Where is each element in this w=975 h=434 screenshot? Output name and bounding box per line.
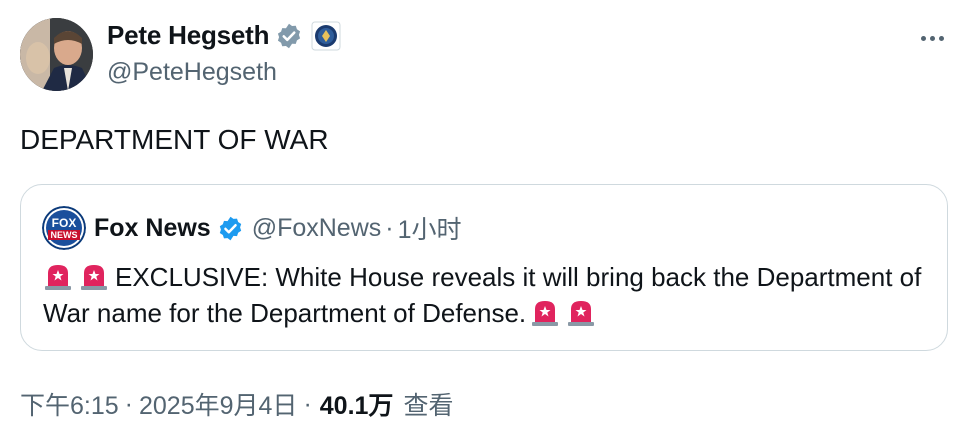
more-dot-icon [929, 35, 935, 41]
separator-dot: · [385, 213, 394, 242]
more-dot-icon [938, 35, 944, 41]
quoted-tweet-text: EXCLUSIVE: White House reveals it will b… [43, 259, 923, 331]
quoted-timestamp[interactable]: 1小时 [398, 210, 462, 246]
siren-emoji-icon [79, 261, 109, 291]
verified-badge-icon[interactable] [275, 22, 303, 50]
fox-logo-text-bottom: NEWS [51, 230, 78, 240]
tweet-date[interactable]: 2025年9月4日 [139, 386, 297, 422]
fox-logo-text-top: FOX [52, 216, 77, 230]
author-avatar[interactable] [20, 18, 93, 91]
quoted-author-avatar[interactable]: FOX NEWS [42, 206, 86, 250]
quoted-text-main: EXCLUSIVE: White House reveals it will b… [43, 262, 922, 328]
verified-badge-icon[interactable] [217, 215, 244, 242]
author-name-row: Pete Hegseth [107, 20, 341, 51]
tweet-text: DEPARTMENT OF WAR [20, 124, 329, 155]
more-options-button[interactable] [912, 26, 952, 50]
author-handle[interactable]: @PeteHegseth [107, 58, 277, 87]
siren-emoji-icon [566, 297, 596, 327]
siren-emoji-icon [530, 297, 560, 327]
separator-dot: · [303, 389, 312, 418]
tweet-time[interactable]: 下午6:15 [20, 386, 119, 422]
views-count[interactable]: 40.1万 [320, 386, 394, 422]
separator-dot: · [124, 389, 133, 418]
quoted-tweet-card[interactable]: FOX NEWS Fox News @FoxNews · 1小时 EXCLUSI… [20, 184, 948, 351]
siren-emoji-icon [43, 261, 73, 291]
avatar-photo [20, 18, 93, 91]
quoted-handle[interactable]: @FoxNews [252, 214, 382, 243]
views-label[interactable]: 查看 [403, 386, 453, 422]
fox-news-logo-icon: FOX NEWS [42, 206, 86, 250]
more-dot-icon [920, 35, 926, 41]
quoted-display-name[interactable]: Fox News [94, 214, 211, 243]
quoted-tweet-header: FOX NEWS Fox News @FoxNews · 1小时 [42, 206, 462, 250]
tweet-meta-row: 下午6:15 · 2025年9月4日 · 40.1万 查看 [20, 386, 453, 422]
department-seal-icon[interactable] [311, 21, 341, 51]
author-display-name[interactable]: Pete Hegseth [107, 20, 270, 51]
